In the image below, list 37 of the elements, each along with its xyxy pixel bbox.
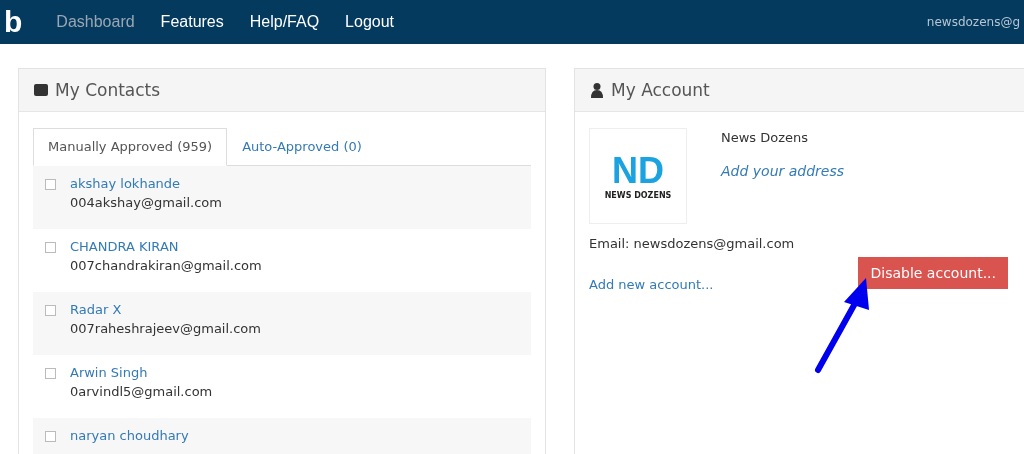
checkbox[interactable] <box>45 305 56 316</box>
account-name: News Dozens <box>721 130 810 145</box>
contact-row[interactable]: Arwin Singh 0arvindl5@gmail.com <box>33 355 531 418</box>
checkbox[interactable] <box>45 431 56 442</box>
contact-email: 007chandrakiran@gmail.com <box>70 258 262 273</box>
tab[interactable]: Auto-Approved (0) <box>227 128 377 165</box>
disable-account-button[interactable]: Disable account... <box>858 257 1008 289</box>
add-address-link[interactable]: Add your address <box>721 163 845 179</box>
add-account-link[interactable]: Add new account... <box>589 277 714 292</box>
contact-email: 007raheshrajeev@gmail.com <box>70 321 261 336</box>
logo-initials: ND <box>612 152 664 189</box>
contact-row[interactable]: Radar X 007raheshrajeev@gmail.com <box>33 292 531 355</box>
contact-name-link[interactable]: Arwin Singh <box>70 365 213 380</box>
contact-email: 004akshay@gmail.com <box>70 195 222 210</box>
account-email: Email: newsdozens@gmail.com <box>589 236 796 251</box>
nav-link[interactable]: Logout <box>345 13 395 31</box>
contact-row[interactable]: CHANDRA KIRAN 007chandrakiran@gmail.com <box>33 229 531 292</box>
checkbox[interactable] <box>45 368 56 379</box>
nav-link[interactable]: Dashboard <box>56 13 135 31</box>
tab[interactable]: Manually Approved (959) <box>33 128 228 166</box>
contact-name-link[interactable]: naryan choudhary <box>70 428 189 443</box>
user-email[interactable]: newsdozens@g <box>926 15 1020 29</box>
contact-name-link[interactable]: CHANDRA KIRAN <box>70 239 262 254</box>
logo-caption: NEWS DOZENS <box>604 190 672 200</box>
contact-name-link[interactable]: Radar X <box>70 302 261 317</box>
nav-link[interactable]: Help/FAQ <box>249 13 320 31</box>
user-icon <box>589 82 605 98</box>
contact-row[interactable]: akshay lokhande 004akshay@gmail.com <box>33 166 531 229</box>
logo[interactable]: b <box>4 7 23 37</box>
panel-title: My Contacts <box>55 80 161 100</box>
contact-name-link[interactable]: akshay lokhande <box>70 176 222 191</box>
panel-title: My Account <box>611 80 710 100</box>
checkbox[interactable] <box>45 242 56 253</box>
nav-link[interactable]: Features <box>160 13 224 31</box>
contact-row[interactable]: naryan choudhary <box>33 418 531 454</box>
checkbox[interactable] <box>45 179 56 190</box>
contact-email: 0arvindl5@gmail.com <box>70 384 213 399</box>
